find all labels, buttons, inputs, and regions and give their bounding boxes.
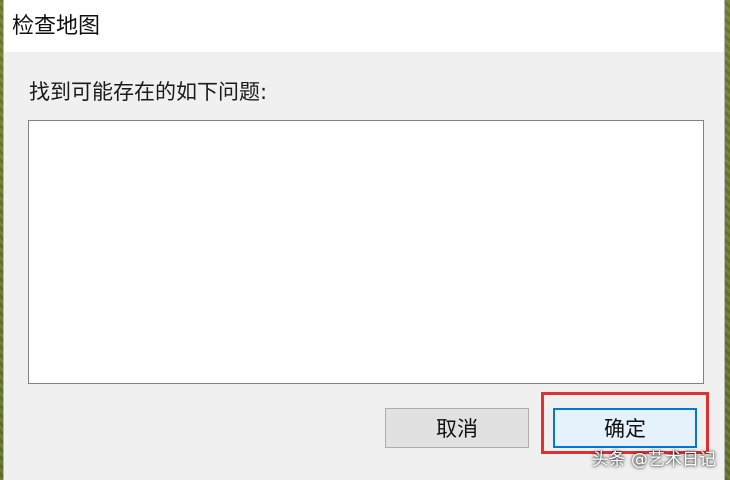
- issues-list[interactable]: [28, 120, 704, 384]
- dialog-title: 检查地图: [12, 14, 101, 39]
- cancel-button[interactable]: 取消: [385, 408, 529, 448]
- dialog-titlebar: 检查地图: [4, 0, 724, 52]
- watermark-text: 头条 @艺术日记: [591, 450, 716, 470]
- issues-prompt-label: 找到可能存在的如下问题:: [29, 80, 268, 104]
- check-map-dialog: 检查地图 找到可能存在的如下问题: 取消 确定: [4, 0, 724, 480]
- ok-button[interactable]: 确定: [553, 408, 697, 448]
